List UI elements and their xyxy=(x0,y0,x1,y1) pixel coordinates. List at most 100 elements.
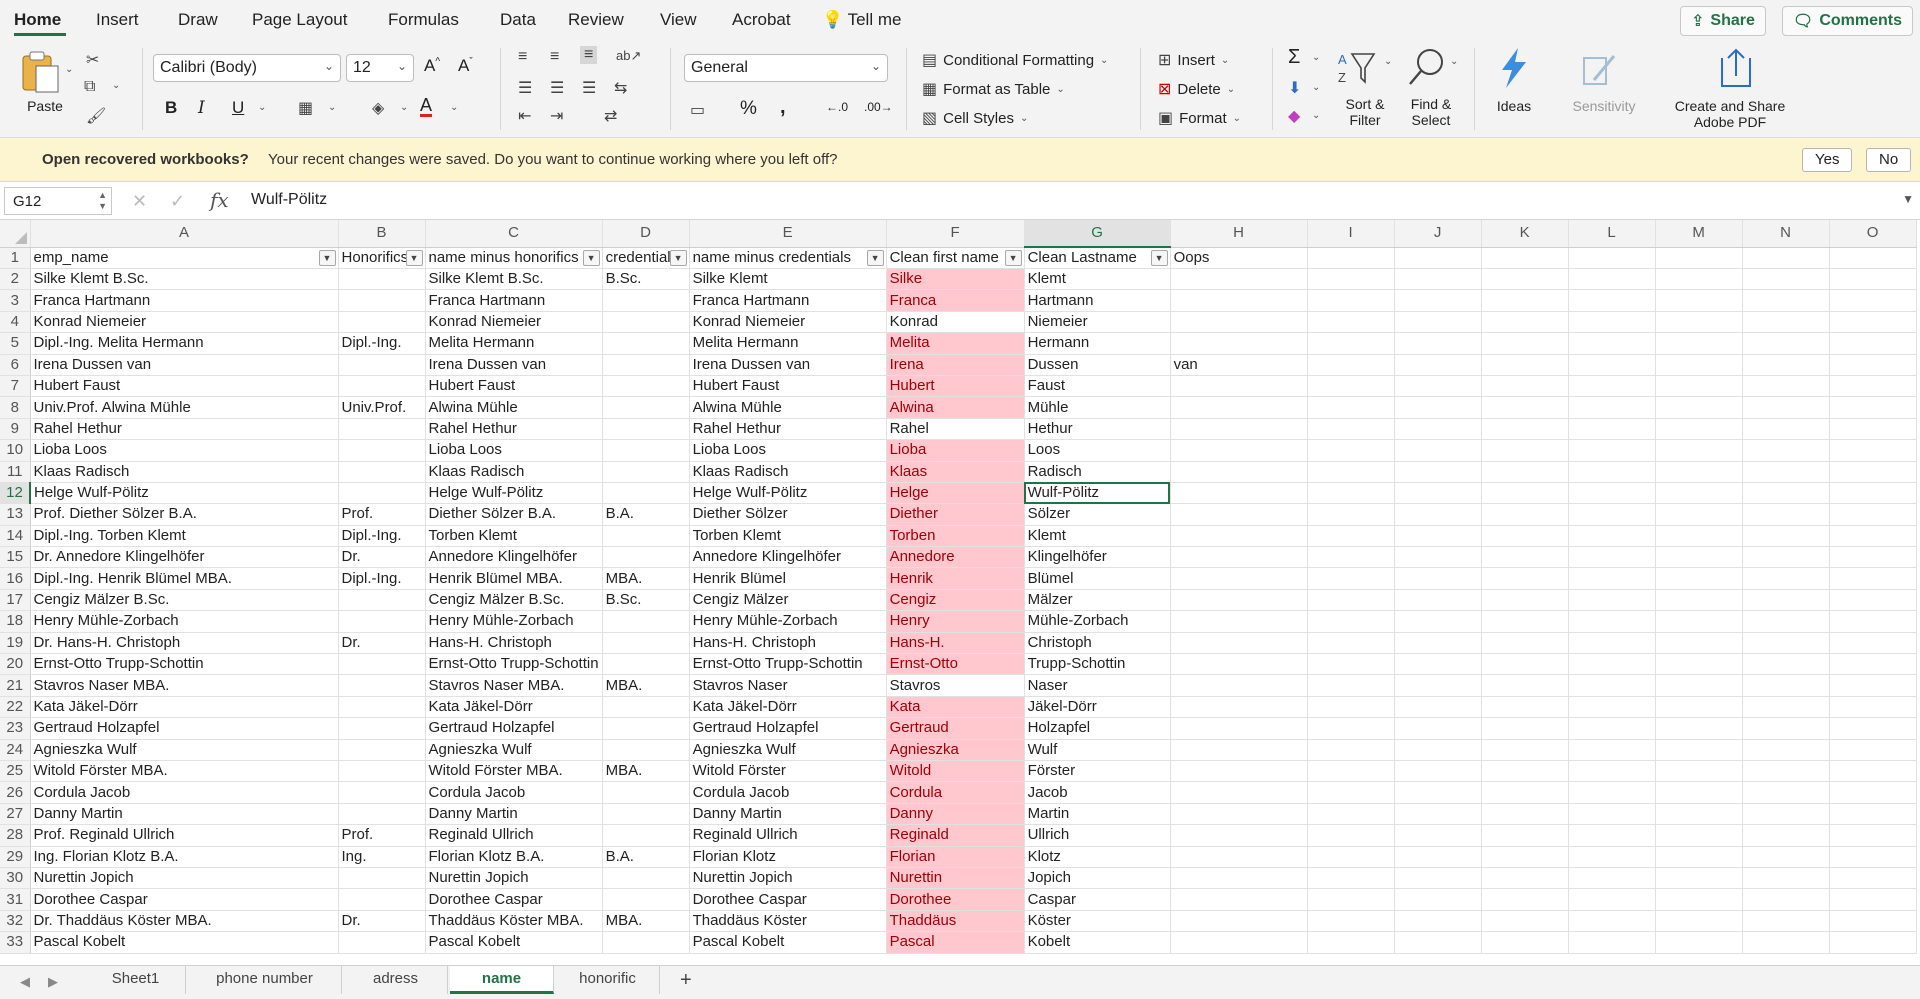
cell[interactable] xyxy=(1568,482,1656,505)
row-header[interactable]: 22 xyxy=(0,696,31,719)
cell[interactable] xyxy=(1307,717,1395,740)
cell[interactable]: Hans-H. Christoph xyxy=(689,632,887,655)
cell[interactable] xyxy=(338,803,426,826)
cell[interactable] xyxy=(1655,439,1743,462)
cell[interactable]: Rahel Hethur xyxy=(30,418,339,441)
cell[interactable] xyxy=(1307,332,1395,355)
cell[interactable] xyxy=(1481,610,1569,633)
cell[interactable] xyxy=(338,589,426,612)
cell[interactable] xyxy=(1829,268,1917,291)
decrease-indent-icon[interactable]: ⇤ xyxy=(518,106,531,126)
cell[interactable]: Klaas Radisch xyxy=(30,461,339,483)
tab-page-layout[interactable]: Page Layout xyxy=(252,10,347,30)
cell[interactable]: Hubert Faust xyxy=(689,375,887,398)
cell[interactable] xyxy=(1655,546,1743,569)
cell[interactable] xyxy=(1170,824,1308,847)
cell[interactable] xyxy=(1394,268,1482,291)
tab-view[interactable]: View xyxy=(660,10,697,30)
cell[interactable]: Dr. xyxy=(338,546,426,569)
cell[interactable]: Witold xyxy=(886,760,1025,783)
cell[interactable] xyxy=(1170,461,1308,483)
cell[interactable] xyxy=(1568,674,1656,697)
cell[interactable] xyxy=(1307,482,1395,505)
cell[interactable]: Wulf xyxy=(1024,739,1171,761)
cell[interactable] xyxy=(1307,910,1395,933)
cell[interactable] xyxy=(1307,589,1395,612)
cell[interactable] xyxy=(602,888,690,911)
column-header-f[interactable]: F xyxy=(886,220,1025,248)
cell[interactable] xyxy=(1394,567,1482,590)
cell[interactable] xyxy=(1394,888,1482,911)
cell[interactable] xyxy=(1307,567,1395,590)
cell[interactable]: Dr. Thaddäus Köster MBA. xyxy=(30,910,339,933)
cell[interactable] xyxy=(1655,910,1743,933)
cell[interactable]: Rahel Hethur xyxy=(425,418,603,441)
tab-insert[interactable]: Insert xyxy=(96,10,139,30)
cell[interactable] xyxy=(1568,503,1656,526)
cell[interactable] xyxy=(1170,781,1308,804)
cell[interactable] xyxy=(1568,461,1656,483)
cell[interactable]: Henry Mühle-Zorbach xyxy=(425,610,603,633)
cell[interactable]: Kata Jäkel-Dörr xyxy=(689,696,887,719)
cell[interactable] xyxy=(338,268,426,291)
cell[interactable] xyxy=(1307,888,1395,911)
cell[interactable] xyxy=(338,482,426,505)
cell[interactable]: MBA. xyxy=(602,567,690,590)
table-header-cell[interactable]: Oops xyxy=(1170,247,1308,269)
cell[interactable]: Dr. Hans-H. Christoph xyxy=(30,632,339,655)
cell[interactable]: Cordula xyxy=(886,781,1025,804)
percent-style-icon[interactable]: % xyxy=(740,98,757,120)
cell[interactable]: Thaddäus xyxy=(886,910,1025,933)
cell[interactable] xyxy=(1170,525,1308,548)
cell[interactable] xyxy=(1742,567,1830,590)
sheet-tab-name[interactable]: name xyxy=(450,966,554,994)
borders-icon[interactable]: ▦ xyxy=(298,98,313,118)
active-cell[interactable]: Wulf-Pölitz xyxy=(1024,482,1171,505)
cell[interactable] xyxy=(1481,589,1569,612)
cell[interactable] xyxy=(1307,311,1395,334)
cell[interactable] xyxy=(1742,503,1830,526)
cell[interactable]: Diether xyxy=(886,503,1025,526)
cell[interactable] xyxy=(1829,610,1917,633)
cell[interactable] xyxy=(1394,439,1482,462)
cell[interactable] xyxy=(1655,589,1743,612)
cell[interactable] xyxy=(338,888,426,911)
cell[interactable]: Hubert Faust xyxy=(425,375,603,398)
conditional-formatting-button[interactable]: ▤ Conditional Formatting ⌄ xyxy=(922,50,1108,70)
cell[interactable]: Konrad Niemeier xyxy=(425,311,603,334)
cell[interactable] xyxy=(1742,610,1830,633)
cell[interactable]: Henrik Blümel xyxy=(689,567,887,590)
cell[interactable] xyxy=(1170,396,1308,419)
tab-home[interactable]: Home xyxy=(14,10,61,30)
cell[interactable] xyxy=(1655,653,1743,676)
cell[interactable] xyxy=(1170,867,1308,890)
cell[interactable]: Blümel xyxy=(1024,567,1171,590)
cell[interactable] xyxy=(1394,610,1482,633)
cell[interactable] xyxy=(1568,418,1656,441)
cell[interactable] xyxy=(1655,739,1743,761)
table-header-cell[interactable]: emp_name ▼ xyxy=(30,247,339,269)
cell[interactable]: MBA. xyxy=(602,910,690,933)
cell[interactable] xyxy=(602,311,690,334)
row-header[interactable]: 20 xyxy=(0,653,31,676)
cell[interactable] xyxy=(1655,846,1743,868)
fill-color-icon[interactable]: ◈ xyxy=(372,98,384,118)
cell[interactable] xyxy=(1481,739,1569,761)
row-header[interactable]: 2 xyxy=(0,268,31,291)
cell[interactable] xyxy=(602,396,690,419)
row-header[interactable]: 14 xyxy=(0,525,31,548)
cell[interactable]: Reginald xyxy=(886,824,1025,847)
cell[interactable] xyxy=(1568,354,1656,376)
expand-formula-bar-icon[interactable]: ▼ xyxy=(1902,192,1914,206)
cell[interactable] xyxy=(1481,354,1569,376)
column-header-i[interactable]: I xyxy=(1307,220,1395,248)
cell[interactable] xyxy=(1481,268,1569,291)
paste-button[interactable] xyxy=(20,50,62,94)
cell[interactable]: Dipl.-Ing. xyxy=(338,525,426,548)
cell[interactable] xyxy=(1307,439,1395,462)
cell[interactable]: Torben xyxy=(886,525,1025,548)
cell[interactable]: Faust xyxy=(1024,375,1171,398)
column-header-b[interactable]: B xyxy=(338,220,426,248)
cell[interactable] xyxy=(1655,717,1743,740)
row-header[interactable]: 9 xyxy=(0,418,31,441)
